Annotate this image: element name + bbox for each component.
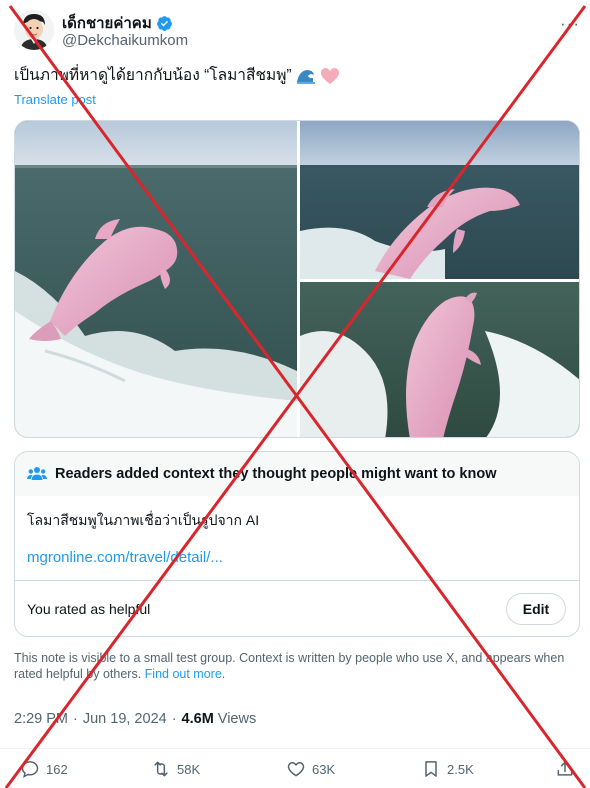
repost-icon bbox=[154, 761, 168, 777]
like-button[interactable]: 63K bbox=[286, 759, 335, 779]
community-note: Readers added context they thought peopl… bbox=[14, 451, 580, 637]
share-button[interactable] bbox=[555, 759, 581, 779]
pink-heart-emoji-icon bbox=[320, 68, 339, 84]
note-disclaimer: This note is visible to a small test gro… bbox=[14, 650, 574, 682]
post-time[interactable]: 2:29 PM bbox=[14, 711, 68, 727]
reply-icon bbox=[21, 761, 39, 778]
rating-status: You rated as helpful bbox=[27, 601, 151, 617]
bookmark-count: 2.5K bbox=[447, 761, 474, 777]
tweet-header: เด็กชายค่าคม @Dekchaikumkom ··· bbox=[14, 8, 584, 52]
find-out-more-link[interactable]: Find out more bbox=[145, 667, 222, 681]
post-date[interactable]: Jun 19, 2024 bbox=[83, 711, 167, 727]
like-count: 63K bbox=[312, 761, 336, 777]
disclaimer-text: This note is visible to a small test gro… bbox=[14, 651, 565, 681]
wave-emoji-icon bbox=[296, 70, 315, 84]
verified-badge-icon bbox=[156, 15, 172, 31]
more-options-icon[interactable]: ··· bbox=[560, 14, 580, 34]
community-note-header: Readers added context they thought peopl… bbox=[15, 452, 579, 496]
pink-dolphin-photo-3[interactable] bbox=[300, 282, 580, 438]
repost-button[interactable]: 58K bbox=[151, 759, 200, 779]
pink-dolphin-photo-1[interactable] bbox=[15, 121, 297, 438]
reply-button[interactable]: 162 bbox=[20, 759, 68, 779]
translate-post-link[interactable]: Translate post bbox=[14, 92, 96, 107]
avatar[interactable] bbox=[14, 10, 54, 50]
author-handle[interactable]: @Dekchaikumkom bbox=[62, 32, 188, 49]
edit-rating-button[interactable]: Edit bbox=[506, 593, 566, 625]
bookmark-icon bbox=[425, 761, 437, 777]
meta-separator: · bbox=[73, 711, 78, 727]
meta-separator: · bbox=[171, 711, 177, 727]
people-icon bbox=[27, 467, 47, 480]
media-grid bbox=[14, 120, 580, 438]
community-note-title: Readers added context they thought peopl… bbox=[55, 466, 497, 482]
tweet-meta: 2:29 PM · Jun 19, 2024 · 4.6M Views bbox=[14, 711, 256, 727]
community-note-body: โลมาสีชมพูในภาพเชื่อว่าเป็นรูปจาก AI bbox=[27, 512, 260, 528]
views-count: 4.6M bbox=[181, 711, 214, 727]
reply-count: 162 bbox=[46, 761, 68, 777]
views-label: Views bbox=[217, 711, 257, 727]
bookmark-button[interactable]: 2.5K bbox=[421, 759, 474, 779]
action-bar: 162 58K 63K 2.5K bbox=[0, 748, 590, 788]
disclaimer-suffix: . bbox=[221, 667, 226, 681]
community-note-source-link[interactable]: mgronline.com/travel/detail/... bbox=[27, 549, 223, 566]
share-icon bbox=[557, 761, 573, 776]
pink-dolphin-photo-2[interactable] bbox=[300, 121, 580, 279]
tweet-text-content: เป็นภาพที่หาดูได้ยากกับน้อง “โลมาสีชมพู” bbox=[14, 67, 292, 84]
repost-count: 58K bbox=[177, 761, 201, 777]
divider bbox=[15, 580, 579, 581]
heart-icon bbox=[287, 761, 305, 777]
tweet-text: เป็นภาพที่หาดูได้ยากกับน้อง “โลมาสีชมพู” bbox=[14, 66, 340, 86]
